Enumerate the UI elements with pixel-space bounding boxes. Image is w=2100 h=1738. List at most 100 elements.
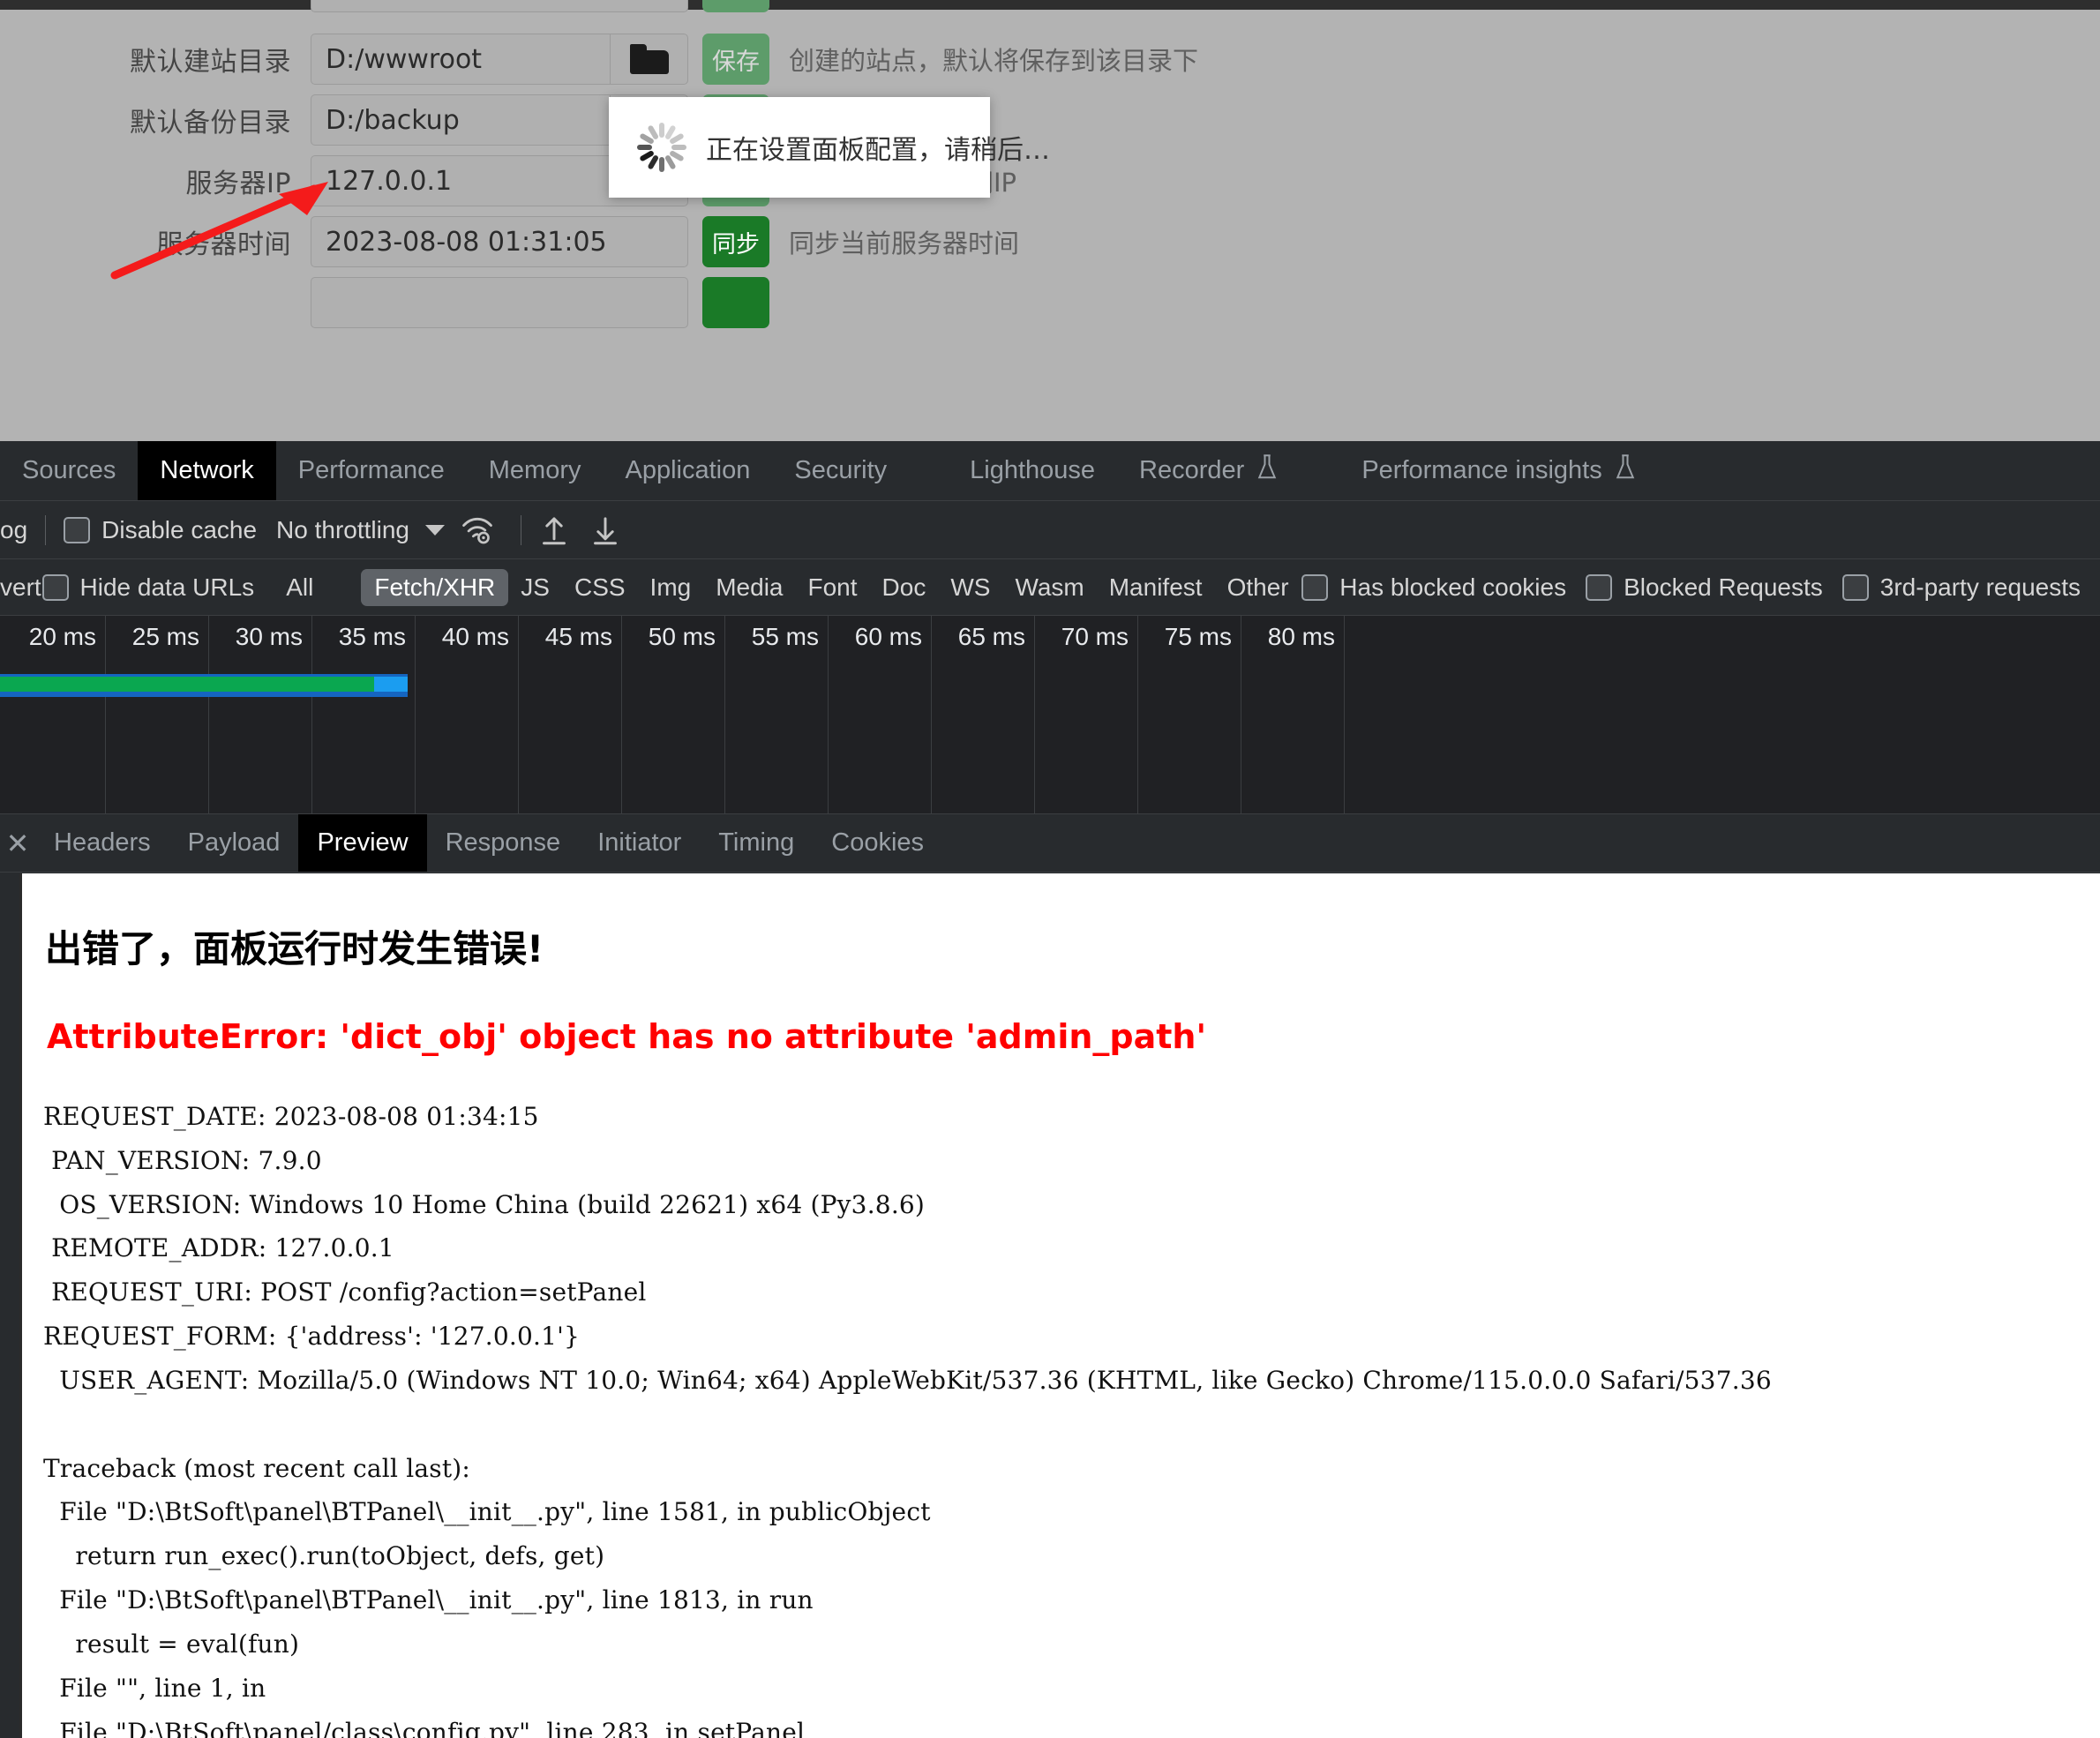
disable-cache-label[interactable]: Disable cache bbox=[101, 516, 257, 544]
import-har-icon[interactable] bbox=[539, 514, 569, 546]
form-row-clipped bbox=[0, 0, 2100, 14]
tab-network[interactable]: Network bbox=[138, 441, 276, 500]
close-icon[interactable]: ✕ bbox=[0, 814, 35, 872]
timeline-tick: 80 ms bbox=[1267, 623, 1335, 650]
tab-label: Sources bbox=[22, 456, 116, 484]
subtab-response[interactable]: Response bbox=[427, 814, 580, 872]
timeline-tick: 50 ms bbox=[648, 623, 716, 650]
timeline-tick: 25 ms bbox=[131, 623, 199, 650]
form-row-server-ip: 服务器IP 127.0.0.1 保存 请填写虚拟机内网IP bbox=[0, 154, 2100, 208]
tabbar-spacer-2 bbox=[1301, 441, 1339, 500]
folder-picker-button-site-dir[interactable] bbox=[610, 34, 687, 84]
export-har-icon[interactable] bbox=[590, 514, 620, 546]
site-dir-field[interactable]: D:/wwwroot bbox=[311, 34, 688, 85]
filter-type-manifest[interactable]: Manifest bbox=[1097, 573, 1215, 602]
network-filter-bar: vert Hide data URLs All Fetch/XHR JS CSS… bbox=[0, 559, 2100, 616]
form-label-server-ip: 服务器IP bbox=[185, 169, 291, 199]
filter-type-ws[interactable]: WS bbox=[938, 573, 1002, 602]
tab-performance-insights[interactable]: Performance insights bbox=[1339, 441, 1658, 500]
tab-sources[interactable]: Sources bbox=[0, 441, 138, 500]
loading-toast-text: 正在设置面板配置，请稍后… bbox=[706, 135, 1050, 166]
timeline-cell: 75 ms bbox=[1138, 616, 1241, 813]
tab-memory[interactable]: Memory bbox=[467, 441, 604, 500]
timeline-cell: 35 ms bbox=[312, 616, 416, 813]
filter-type-css[interactable]: CSS bbox=[562, 573, 638, 602]
tab-recorder[interactable]: Recorder bbox=[1117, 441, 1301, 500]
timeline-cell: 60 ms bbox=[829, 616, 932, 813]
tab-label: Memory bbox=[488, 456, 581, 484]
next-field[interactable] bbox=[311, 277, 688, 328]
throttling-select-value[interactable]: No throttling bbox=[276, 516, 409, 544]
hide-data-urls-label[interactable]: Hide data URLs bbox=[80, 573, 255, 602]
form-label-server-time: 服务器时间 bbox=[156, 229, 291, 260]
blocked-requests-checkbox[interactable] bbox=[1586, 573, 1613, 601]
server-time-value: 2023-08-08 01:31:05 bbox=[326, 226, 607, 258]
request-timing-download-segment bbox=[374, 677, 408, 692]
third-party-requests-checkbox[interactable] bbox=[1841, 573, 1869, 601]
tab-label: Application bbox=[625, 456, 751, 484]
filter-type-media[interactable]: Media bbox=[703, 573, 795, 602]
loading-spinner-icon bbox=[637, 123, 686, 172]
tab-label: Performance insights bbox=[1361, 456, 1602, 484]
invert-label-clipped[interactable]: vert bbox=[0, 573, 41, 602]
timeline-cell: 50 ms bbox=[622, 616, 725, 813]
filter-type-doc[interactable]: Doc bbox=[870, 573, 939, 602]
preserve-log-label-clipped[interactable]: og bbox=[0, 516, 27, 544]
filter-type-font[interactable]: Font bbox=[796, 573, 870, 602]
save-button-site-dir[interactable]: 保存 bbox=[702, 34, 769, 85]
subtab-payload[interactable]: Payload bbox=[169, 814, 299, 872]
timeline-cell: 20 ms bbox=[0, 616, 106, 813]
has-blocked-cookies-label[interactable]: Has blocked cookies bbox=[1339, 573, 1566, 602]
hide-data-urls-checkbox[interactable] bbox=[41, 573, 69, 601]
devtools-panel: Sources Network Performance Memory Appli… bbox=[0, 441, 2100, 873]
subtab-timing[interactable]: Timing bbox=[700, 814, 813, 872]
form-field-clipped[interactable] bbox=[311, 0, 688, 12]
tab-security[interactable]: Security bbox=[772, 441, 909, 500]
subtab-label: Cookies bbox=[831, 828, 925, 857]
timeline-tick: 45 ms bbox=[544, 623, 612, 650]
has-blocked-cookies-checkbox[interactable] bbox=[1301, 573, 1329, 601]
filter-type-img[interactable]: Img bbox=[638, 573, 704, 602]
subtab-preview[interactable]: Preview bbox=[298, 814, 427, 872]
tab-performance[interactable]: Performance bbox=[276, 441, 467, 500]
request-detail-tabbar: ✕ Headers Payload Preview Response Initi… bbox=[0, 814, 2100, 873]
timeline-cell: 30 ms bbox=[209, 616, 312, 813]
timeline-tick: 70 ms bbox=[1061, 623, 1129, 650]
error-traceback-body: REQUEST_DATE: 2023-08-08 01:34:15 PAN_VE… bbox=[43, 1102, 1772, 1738]
chevron-down-icon[interactable] bbox=[425, 524, 445, 536]
devtools-tabbar: Sources Network Performance Memory Appli… bbox=[0, 441, 2100, 501]
request-timing-content-segment bbox=[0, 677, 374, 692]
experiment-flask-icon bbox=[1256, 453, 1279, 488]
subtab-label: Payload bbox=[187, 828, 281, 857]
backup-dir-value: D:/backup bbox=[326, 104, 460, 136]
timeline-tick: 65 ms bbox=[957, 623, 1025, 650]
filter-type-fetch-xhr[interactable]: Fetch/XHR bbox=[361, 568, 509, 606]
next-save-button[interactable] bbox=[702, 277, 769, 328]
response-preview-pane: 出错了，面板运行时发生错误! AttributeError: 'dict_obj… bbox=[0, 873, 2100, 1738]
third-party-requests-label[interactable]: 3rd-party requests bbox=[1880, 573, 2081, 602]
tab-application[interactable]: Application bbox=[604, 441, 773, 500]
tab-lighthouse[interactable]: Lighthouse bbox=[948, 441, 1117, 500]
server-time-field[interactable]: 2023-08-08 01:31:05 bbox=[311, 216, 688, 267]
network-conditions-icon[interactable] bbox=[461, 515, 494, 545]
blocked-requests-label[interactable]: Blocked Requests bbox=[1624, 573, 1823, 602]
site-dir-value: D:/wwwroot bbox=[326, 43, 483, 75]
tab-label: Security bbox=[794, 456, 888, 484]
sync-time-button[interactable]: 同步 bbox=[702, 216, 769, 267]
subtab-label: Initiator bbox=[597, 828, 682, 857]
disable-cache-checkbox[interactable] bbox=[64, 516, 91, 543]
save-button-clipped[interactable] bbox=[702, 0, 769, 12]
subtab-headers[interactable]: Headers bbox=[35, 814, 169, 872]
filter-type-js[interactable]: JS bbox=[508, 573, 562, 602]
bt-panel-settings-region: 默认建站目录 D:/wwwroot 保存 创建的站点，默认将保存到该目录下 默认… bbox=[0, 0, 2100, 441]
timeline-tick: 60 ms bbox=[854, 623, 922, 650]
error-page-document: 出错了，面板运行时发生错误! AttributeError: 'dict_obj… bbox=[19, 873, 2100, 1738]
timeline-tick: 35 ms bbox=[338, 623, 406, 650]
subtab-cookies[interactable]: Cookies bbox=[813, 814, 942, 872]
subtab-initiator[interactable]: Initiator bbox=[579, 814, 700, 872]
network-timeline-overview[interactable]: 20 ms 25 ms 30 ms 35 ms 40 ms 45 ms 50 m… bbox=[0, 616, 2100, 814]
form-row-site-dir: 默认建站目录 D:/wwwroot 保存 创建的站点，默认将保存到该目录下 bbox=[0, 32, 2100, 86]
filter-type-all[interactable]: All bbox=[274, 573, 326, 602]
filter-type-wasm[interactable]: Wasm bbox=[1002, 573, 1096, 602]
filter-type-other[interactable]: Other bbox=[1215, 573, 1301, 602]
